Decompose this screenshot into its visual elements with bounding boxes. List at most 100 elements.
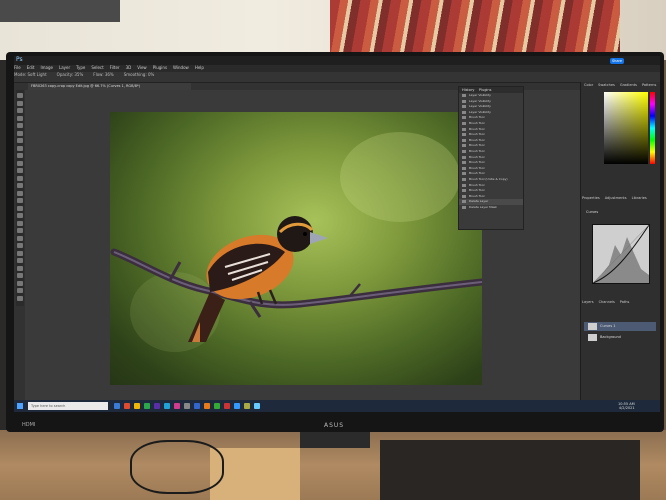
layer-row[interactable]: Background — [584, 333, 656, 342]
options-bar: Mode: Soft Light Opacity: 35% Flow: 36% Smo… — [14, 72, 660, 83]
taskbar-app-icon[interactable] — [254, 403, 260, 409]
tab-swatches[interactable]: Swatches — [598, 83, 615, 87]
taskbar-app-icon[interactable] — [124, 403, 130, 409]
menu-item-3d[interactable]: 3D — [126, 65, 132, 70]
properties-tabs: Properties Adjustments Libraries — [582, 196, 658, 202]
layers-tabs: Layers Channels Paths — [582, 300, 658, 306]
tool-icon[interactable] — [17, 258, 23, 263]
photoshop-logo: Ps — [16, 56, 23, 63]
tool-icon[interactable] — [17, 100, 23, 106]
tab-history[interactable]: History — [462, 88, 474, 92]
tab-adjustments[interactable]: Adjustments — [605, 196, 627, 200]
tab-plugins[interactable]: Plugins — [479, 88, 492, 92]
menu-item-type[interactable]: Type — [76, 65, 85, 70]
menu-item-window[interactable]: Window — [173, 65, 189, 70]
title-bar: Ps Share — [14, 56, 660, 65]
monitor-brand: ASUS — [324, 422, 345, 429]
menu-item-layer[interactable]: Layer — [59, 65, 70, 70]
taskbar-app-icon[interactable] — [184, 403, 190, 409]
tool-icon[interactable] — [17, 220, 23, 226]
tool-icon[interactable] — [17, 235, 23, 241]
taskbar-app-icon[interactable] — [224, 403, 230, 409]
menu-item-help[interactable]: Help — [195, 65, 204, 70]
tool-icon[interactable] — [17, 175, 23, 181]
tool-icon[interactable] — [17, 280, 23, 286]
windows-start-icon[interactable] — [17, 403, 23, 409]
history-row[interactable]: Delete Layer Mask — [459, 205, 523, 211]
tool-icon[interactable] — [17, 265, 23, 271]
layer-name: Background — [600, 335, 621, 339]
taskbar-app-icon[interactable] — [194, 403, 200, 409]
tool-icon[interactable] — [17, 198, 23, 203]
tab-channels[interactable]: Channels — [599, 300, 615, 304]
tool-bar — [16, 90, 24, 306]
tool-icon[interactable] — [17, 250, 23, 256]
menu-bar: File Edit Image Layer Type Select Filter 3D View… — [14, 65, 660, 72]
tool-icon[interactable] — [17, 160, 23, 166]
tab-layers[interactable]: Layers — [582, 300, 594, 304]
tool-icon[interactable] — [17, 190, 23, 196]
taskbar-app-icon[interactable] — [204, 403, 210, 409]
option-field[interactable]: Opacity: 35% — [57, 72, 84, 77]
menu-item-filter[interactable]: Filter — [110, 65, 120, 70]
taskbar-app-icon[interactable] — [164, 403, 170, 409]
layer-row[interactable]: Curves 1 — [584, 322, 656, 331]
monitor-screen: Ps Share File Edit Image Layer Type Select Fil… — [14, 56, 660, 412]
taskbar-app-icon[interactable] — [244, 403, 250, 409]
history-list: Layer Visibility Layer Visibility Layer Vi… — [459, 93, 523, 210]
taskbar-app-icon[interactable] — [154, 403, 160, 409]
tool-icon[interactable] — [17, 273, 23, 278]
menu-item-select[interactable]: Select — [91, 65, 103, 70]
taskbar-app-icon[interactable] — [174, 403, 180, 409]
tab-color[interactable]: Color — [584, 83, 593, 87]
tool-icon[interactable] — [17, 228, 23, 233]
bird-photo — [110, 112, 482, 385]
menu-item-edit[interactable]: Edit — [27, 65, 35, 70]
bird — [188, 216, 328, 342]
menu-item-image[interactable]: Image — [40, 65, 53, 70]
tab-paths[interactable]: Paths — [620, 300, 630, 304]
taskbar-app-icon[interactable] — [134, 403, 140, 409]
taskbar-app-icon[interactable] — [144, 403, 150, 409]
layer-thumbnail — [588, 323, 597, 330]
tool-icon[interactable] — [17, 108, 23, 113]
tool-icon[interactable] — [17, 243, 23, 248]
tool-icon[interactable] — [17, 115, 23, 121]
menu-item-view[interactable]: View — [137, 65, 147, 70]
menu-item-file[interactable]: File — [14, 65, 21, 70]
share-button[interactable]: Share — [610, 58, 624, 64]
curves-graph[interactable] — [592, 224, 650, 284]
color-picker-field[interactable] — [604, 92, 648, 164]
tool-icon[interactable] — [17, 138, 23, 143]
tab-properties[interactable]: Properties — [582, 196, 600, 200]
hue-slider[interactable] — [650, 92, 655, 164]
tool-icon[interactable] — [17, 123, 23, 128]
menu-item-plugins[interactable]: Plugins — [153, 65, 167, 70]
tool-icon[interactable] — [17, 288, 23, 293]
taskbar-search-input[interactable]: Type here to search — [28, 402, 108, 410]
taskbar-app-icon[interactable] — [214, 403, 220, 409]
document-tab[interactable]: FBR0263 copy-crop copy Edit.jpg @ 66.7% … — [28, 83, 191, 90]
hdmi-label: HDMI — [22, 422, 36, 428]
layer-thumbnail — [588, 334, 597, 341]
tool-icon[interactable] — [17, 205, 23, 211]
tool-icon[interactable] — [17, 93, 23, 98]
shelf — [0, 0, 120, 22]
taskbar-app-icon[interactable] — [114, 403, 120, 409]
curves-label: Curves — [586, 210, 599, 214]
tab-libraries[interactable]: Libraries — [632, 196, 647, 200]
tool-icon[interactable] — [17, 145, 23, 151]
tool-icon[interactable] — [17, 168, 23, 173]
tool-icon[interactable] — [17, 183, 23, 188]
taskbar-app-icon[interactable] — [234, 403, 240, 409]
tool-icon[interactable] — [17, 295, 23, 301]
tool-icon[interactable] — [17, 213, 23, 218]
tab-patterns[interactable]: Patterns — [642, 83, 656, 87]
tool-icon[interactable] — [17, 130, 23, 136]
option-field[interactable]: Smoothing: 0% — [124, 72, 155, 77]
option-field[interactable]: Mode: Soft Light — [14, 72, 47, 77]
tool-icon[interactable] — [17, 153, 23, 158]
tab-gradients[interactable]: Gradients — [620, 83, 637, 87]
option-field[interactable]: Flow: 36% — [93, 72, 113, 77]
taskbar-clock: 10:55 AM 4/2/2021 — [618, 402, 635, 410]
